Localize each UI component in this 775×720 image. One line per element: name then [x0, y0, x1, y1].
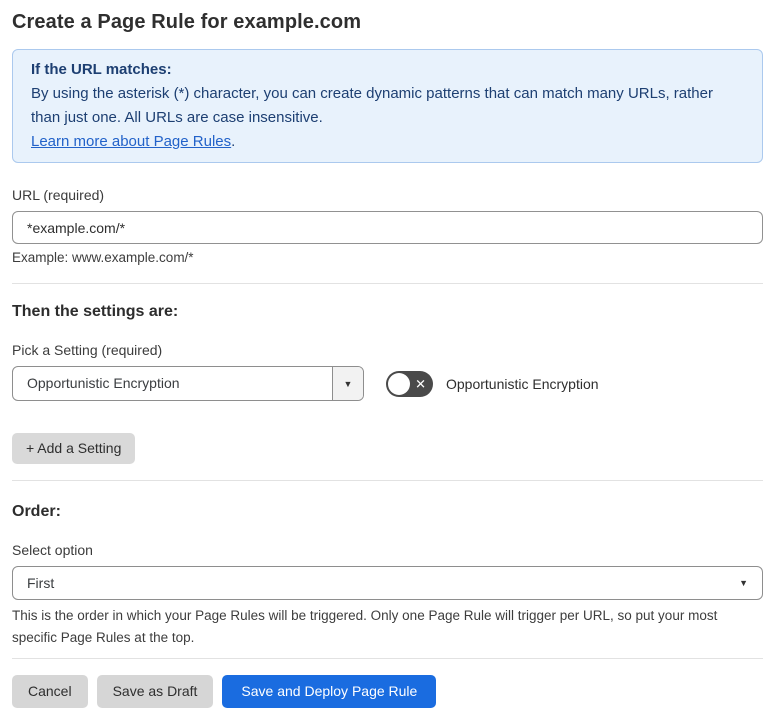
info-box-heading: If the URL matches: [31, 61, 172, 78]
divider [12, 283, 763, 284]
save-as-draft-button[interactable]: Save as Draft [96, 675, 214, 708]
chevron-down-icon: ▼ [343, 378, 353, 389]
divider [12, 480, 763, 481]
url-example-text: Example: www.example.com/* [12, 250, 194, 265]
setting-select[interactable]: Opportunistic Encryption ▼ [12, 366, 364, 401]
save-and-deploy-button[interactable]: Save and Deploy Page Rule [222, 675, 437, 708]
order-section-heading: Order: [12, 503, 61, 520]
toggle-label: Opportunistic Encryption [446, 375, 599, 392]
settings-section-heading: Then the settings are: [12, 303, 179, 320]
add-setting-button[interactable]: + Add a Setting [12, 433, 136, 464]
order-select-value: First [27, 575, 55, 591]
setting-select-arrow-button[interactable]: ▼ [332, 367, 363, 400]
url-input[interactable] [12, 211, 763, 244]
order-select-label: Select option [12, 542, 93, 558]
info-box-body: By using the asterisk (*) character, you… [31, 85, 713, 126]
info-box-link-line: Learn more about Page Rules. [31, 130, 744, 154]
setting-row: Opportunistic Encryption ▼ ✕ Opportunist… [12, 366, 763, 401]
order-help-text: This is the order in which your Page Rul… [12, 608, 718, 645]
page-rule-form: Create a Page Rule for example.com If th… [0, 0, 775, 720]
url-match-info-box: If the URL matches: By using the asteris… [12, 49, 763, 163]
cancel-button[interactable]: Cancel [12, 675, 88, 708]
pick-setting-label: Pick a Setting (required) [12, 342, 163, 358]
order-select[interactable]: First ▼ [12, 566, 763, 600]
divider [12, 658, 763, 659]
page-title: Create a Page Rule for example.com [12, 11, 362, 33]
toggle-knob [388, 372, 410, 395]
setting-select-value: Opportunistic Encryption [27, 375, 180, 391]
toggle-off-x-icon: ✕ [415, 376, 426, 391]
footer-buttons: Cancel Save as Draft Save and Deploy Pag… [12, 675, 763, 708]
learn-more-link[interactable]: Learn more about Page Rules [31, 133, 231, 150]
url-field-label: URL (required) [12, 187, 105, 203]
opportunistic-encryption-toggle[interactable]: ✕ [386, 370, 433, 397]
link-period: . [231, 133, 236, 150]
chevron-down-icon: ▼ [739, 578, 748, 588]
